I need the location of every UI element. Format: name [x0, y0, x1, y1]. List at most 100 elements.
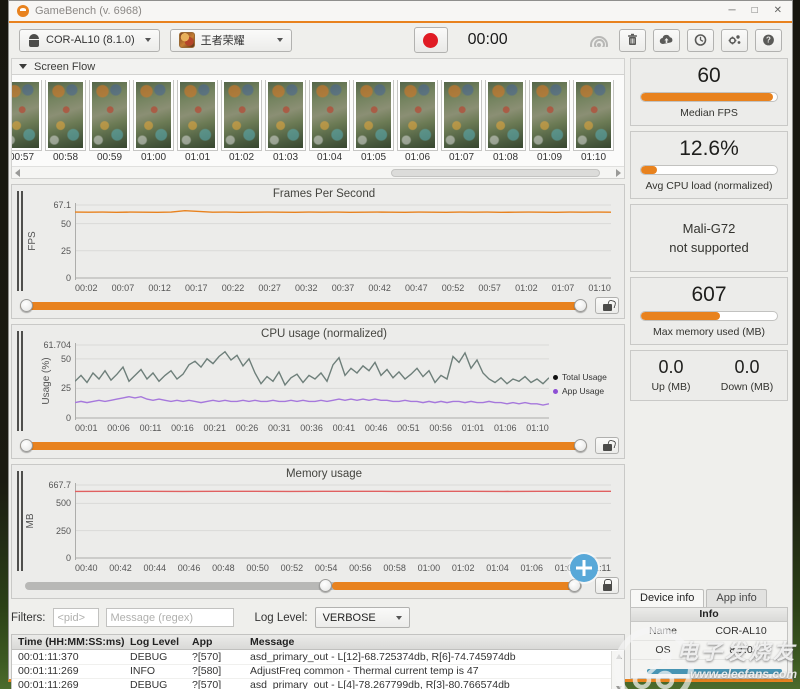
add-marker-button[interactable]	[570, 554, 598, 582]
screen-flow-thumbnail[interactable]: 01:00	[132, 80, 175, 166]
slider-handle-start[interactable]	[20, 439, 33, 452]
screen-flow-scrollbar[interactable]	[12, 166, 624, 178]
plot-area	[74, 483, 611, 560]
panel-drag-handle[interactable]	[16, 471, 24, 571]
chart-title: Memory usage	[285, 468, 363, 480]
lock-button[interactable]	[595, 437, 619, 454]
column-level[interactable]: Log Level	[124, 635, 186, 649]
panel-drag-handle[interactable]	[16, 331, 24, 431]
screen-flow-thumbnail[interactable]: 01:04	[308, 80, 351, 166]
screen-flow-thumbnail[interactable]: 01:03	[264, 80, 307, 166]
x-tick-label: 00:52	[280, 563, 304, 573]
slider-handle-end[interactable]	[574, 439, 587, 452]
log-level-select[interactable]: VERBOSE	[314, 607, 410, 628]
lock-button[interactable]	[595, 577, 619, 594]
tab-device-info[interactable]: Device info	[630, 589, 705, 607]
message-filter-input[interactable]	[105, 608, 234, 627]
thumbnail-timestamp: 00:58	[52, 152, 79, 163]
screen-flow-thumbnail[interactable]: 00:59	[88, 80, 131, 166]
screen-flow-thumbnail[interactable]: 01:10	[572, 80, 615, 166]
column-message[interactable]: Message	[244, 635, 624, 649]
thumbnail-image	[397, 80, 438, 151]
pid-filter-input[interactable]	[52, 608, 99, 627]
close-button[interactable]: ✕	[774, 5, 782, 17]
help-button[interactable]: ?	[755, 28, 782, 52]
scroll-up-icon[interactable]	[615, 654, 622, 659]
left-column: Screen Flow 00:57 00:58 00:59 01:00 01:01 01:…	[11, 58, 625, 689]
log-row[interactable]: 00:01:11:370 DEBUG ?[570] asd_primary_out -…	[12, 651, 611, 665]
x-tick-label: 00:06	[107, 423, 130, 433]
maximize-button[interactable]: □	[752, 5, 758, 17]
log-row[interactable]: 00:01:11:269 DEBUG ?[570] asd_primary_out -…	[12, 679, 611, 689]
screen-flow-thumbnail[interactable]: 01:02	[220, 80, 263, 166]
log-message-cell: asd_primary_out - L[12]-68.725374db, R[6…	[250, 651, 516, 663]
cpu-chart-panel: CPU usage (normalized) Usage (%) 0 25 50 61…	[11, 324, 625, 459]
gpu-status: not supported	[669, 240, 749, 255]
slider-handle-start[interactable]	[318, 579, 332, 592]
slider-selection	[331, 582, 582, 590]
x-tick-label: 00:02	[75, 283, 98, 293]
chart-legend: Total Usage App Usage	[553, 368, 619, 400]
time-range-slider[interactable]	[20, 299, 587, 312]
screen-flow-thumbnail[interactable]: 01:06	[396, 80, 439, 166]
info-key: OS	[655, 644, 671, 656]
history-button[interactable]	[687, 28, 714, 52]
lock-button[interactable]	[595, 297, 619, 314]
memory-chart-panel: Memory usage MB 0 250 500 667.7 00:40 00:42 0…	[11, 464, 625, 599]
screen-flow-thumbnail[interactable]: 01:08	[484, 80, 527, 166]
screen-flow-thumbnail[interactable]: 00:58	[44, 80, 87, 166]
app-selector[interactable]: 王者荣耀	[169, 28, 292, 52]
thumbnail-timestamp: 00:59	[96, 152, 123, 163]
x-tick-label: 01:02	[451, 563, 475, 573]
log-vertical-scrollbar[interactable]	[611, 651, 624, 689]
x-tick-label: 00:01	[75, 423, 98, 433]
column-time[interactable]: Time (HH:MM:SS:ms)	[12, 635, 124, 649]
x-tick-label: 00:32	[295, 283, 318, 293]
log-filters-bar: Filters: Log Level: VERBOSE	[11, 607, 625, 628]
down-label: Down (MB)	[720, 381, 774, 393]
time-range-slider[interactable]	[20, 439, 587, 452]
thumbnail-timestamp: 00:57	[12, 152, 35, 163]
minimize-button[interactable]: ─	[728, 5, 735, 17]
scrollbar-thumb[interactable]	[391, 169, 600, 177]
scroll-right-icon[interactable]	[616, 169, 621, 177]
y-axis-ticks: 0 250 500 667.7	[41, 480, 73, 563]
network-down: 0.0 Down (MB)	[709, 357, 785, 393]
up-value: 0.0	[658, 357, 684, 377]
record-button[interactable]	[413, 27, 448, 53]
panel-drag-handle[interactable]	[16, 191, 24, 291]
log-rows: 00:01:11:370 DEBUG ?[570] asd_primary_out -…	[12, 651, 611, 689]
app-avatar	[178, 32, 195, 48]
thumbnail-timestamp: 01:09	[536, 152, 563, 163]
y-tick-label: 25	[60, 245, 71, 256]
screen-flow-header[interactable]: Screen Flow	[11, 58, 625, 75]
thumbnail-image	[12, 80, 42, 151]
x-tick-label: 00:42	[368, 283, 391, 293]
tab-app-info[interactable]: App info	[706, 589, 767, 607]
settings-button[interactable]	[721, 28, 748, 52]
screen-flow-thumbnail[interactable]: 01:05	[352, 80, 395, 166]
screen-flow-thumbnail[interactable]: 01:09	[528, 80, 571, 166]
screen-flow-panel: 00:57 00:58 00:59 01:00 01:01 01:02 01:03 01:04…	[11, 75, 625, 179]
thumbnail-image	[485, 80, 526, 151]
thumbnail-timestamp: 01:02	[228, 152, 255, 163]
y-tick-label: 67.1	[53, 200, 71, 210]
screen-flow-thumbnail[interactable]: 01:01	[176, 80, 219, 166]
device-selector[interactable]: COR-AL10 (8.1.0)	[19, 28, 160, 52]
column-app[interactable]: App	[186, 635, 244, 649]
cpu-load-bar	[640, 165, 778, 175]
svg-text:?: ?	[766, 36, 771, 45]
slider-handle-end[interactable]	[574, 299, 587, 312]
max-memory-label: Max memory used (MB)	[652, 326, 766, 338]
x-tick-label: 00:22	[221, 283, 245, 293]
delete-button[interactable]	[619, 28, 646, 52]
slider-handle-start[interactable]	[20, 299, 33, 312]
time-range-slider[interactable]	[20, 579, 587, 592]
scroll-left-icon[interactable]	[15, 169, 20, 177]
cloud-upload-button[interactable]	[653, 28, 680, 52]
memory-slider-row	[16, 577, 619, 594]
screen-flow-thumbnail[interactable]: 00:57	[12, 80, 43, 166]
x-tick-label: 00:46	[177, 563, 201, 573]
screen-flow-thumbnail[interactable]: 01:07	[440, 80, 483, 166]
log-row[interactable]: 00:01:11:269 INFO ?[580] AdjustFreq common …	[12, 665, 611, 679]
